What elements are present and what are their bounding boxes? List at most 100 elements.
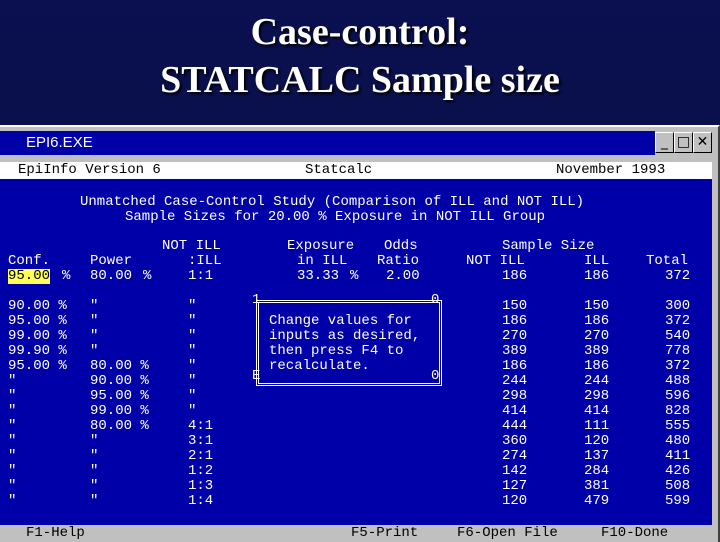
maximize-button[interactable]: □ [674, 132, 693, 153]
row-not-ill: 186 [502, 313, 528, 329]
exposure-input-unit: % [350, 268, 359, 284]
row-power: " [90, 343, 99, 359]
minimize-button[interactable]: _ [655, 132, 674, 153]
module-name: Statcalc [305, 162, 373, 178]
function-key-bar: F1-Help F5-Print F6-Open File F10-Done [0, 525, 712, 542]
row-ratio: 4:1 [188, 418, 214, 434]
ratio-input[interactable]: 1:1 [188, 269, 213, 284]
row-ratio: " [188, 388, 197, 404]
row-power: 80.00 % [90, 358, 149, 374]
row-conf: " [8, 418, 17, 434]
row-total: 372 [665, 313, 691, 329]
open-file-key[interactable]: F6-Open File [457, 526, 558, 541]
row-ratio: 2:1 [188, 448, 214, 464]
conf-input[interactable]: 95.00 [8, 269, 51, 284]
exposure-input[interactable]: 33.33 [297, 269, 339, 284]
row-power: 90.00 % [90, 373, 149, 389]
row-not-ill: 186 [502, 358, 528, 374]
row-ratio: " [188, 328, 197, 344]
release-date: November 1993 [556, 162, 666, 178]
not-ill-header: NOT ILL [466, 253, 525, 269]
odds-header-2: Ratio [377, 253, 420, 269]
row-total: 300 [665, 298, 691, 314]
row-conf: " [8, 448, 17, 464]
row-not-ill: 298 [502, 388, 528, 404]
row-not-ill: 150 [502, 298, 528, 314]
close-button[interactable]: ✕ [693, 132, 712, 153]
row-conf: " [8, 388, 17, 404]
row-not-ill: 360 [502, 433, 528, 449]
row-ill: 479 [584, 493, 610, 509]
row-not-ill: 274 [502, 448, 528, 464]
row-conf: 95.00 % [8, 313, 67, 329]
total-result: 372 [665, 268, 691, 284]
row-power: " [90, 448, 99, 464]
window-titlebar[interactable]: EPI6.EXE [0, 131, 655, 155]
window-title: EPI6.EXE [26, 134, 93, 151]
row-power: " [90, 493, 99, 509]
odds-header-1: Odds [384, 238, 418, 254]
power-input-unit: % [143, 268, 152, 284]
done-key[interactable]: F10-Done [601, 526, 668, 541]
exposure-header-1: Exposure [287, 238, 355, 254]
row-ill: 381 [584, 478, 610, 494]
row-not-ill: 244 [502, 373, 528, 389]
row-ratio: " [188, 298, 197, 314]
row-conf: " [8, 493, 17, 509]
dialog-corner-br: 0 [431, 368, 440, 384]
row-power: " [90, 478, 99, 494]
power-input[interactable]: 80.00 [90, 269, 132, 284]
row-conf: " [8, 463, 17, 479]
ill-header: ILL [584, 253, 610, 269]
exposure-header-2: in ILL [297, 253, 348, 269]
conf-header: Conf. [8, 253, 51, 269]
row-ill: 270 [584, 328, 610, 344]
row-total: 372 [665, 358, 691, 374]
row-not-ill: 389 [502, 343, 528, 359]
help-key[interactable]: F1-Help [26, 526, 85, 541]
row-ill: 284 [584, 463, 610, 479]
row-ill: 137 [584, 448, 610, 464]
row-power: " [90, 463, 99, 479]
row-conf: " [8, 433, 17, 449]
dialog-line-4: recalculate. [269, 358, 370, 374]
total-header: Total [646, 253, 689, 269]
app-window: EPI6.EXE _ □ ✕ EpiInfo Version 6 Statcal… [0, 125, 720, 542]
ill-result: 186 [584, 268, 610, 284]
row-total: 426 [665, 463, 691, 479]
row-ratio: 3:1 [188, 433, 214, 449]
row-ratio: " [188, 373, 197, 389]
row-ratio: 1:4 [188, 493, 214, 509]
row-power: " [90, 433, 99, 449]
dialog-line-2: inputs as desired, [269, 328, 421, 344]
row-ratio: " [188, 313, 197, 329]
study-heading: Unmatched Case-Control Study (Comparison… [80, 194, 585, 210]
row-ill: 389 [584, 343, 610, 359]
row-ratio: " [188, 343, 197, 359]
row-power: " [90, 328, 99, 344]
slide-title-line2: STATCALC Sample size [160, 59, 560, 101]
print-key[interactable]: F5-Print [351, 526, 418, 541]
row-conf: " [8, 403, 17, 419]
conf-input-unit: % [62, 268, 71, 284]
row-not-ill: 120 [502, 493, 528, 509]
row-total: 599 [665, 493, 691, 509]
row-total: 828 [665, 403, 691, 419]
row-total: 555 [665, 418, 691, 434]
dialog-corner-tr: 0 [431, 292, 440, 308]
row-not-ill: 444 [502, 418, 528, 434]
row-ill: 186 [584, 358, 610, 374]
row-ratio: 1:3 [188, 478, 214, 494]
row-total: 411 [665, 448, 691, 464]
program-version: EpiInfo Version 6 [18, 162, 161, 178]
row-total: 778 [665, 343, 691, 359]
status-menubar: EpiInfo Version 6 Statcalc November 1993 [0, 162, 712, 179]
row-total: 540 [665, 328, 691, 344]
odds-input[interactable]: 2.00 [386, 269, 420, 284]
row-power: 99.00 % [90, 403, 149, 419]
row-conf: 90.00 % [8, 298, 67, 314]
row-ratio: " [188, 358, 197, 374]
sample-size-header: Sample Size [502, 238, 595, 254]
power-header: Power [90, 253, 133, 269]
row-conf: 99.90 % [8, 343, 67, 359]
